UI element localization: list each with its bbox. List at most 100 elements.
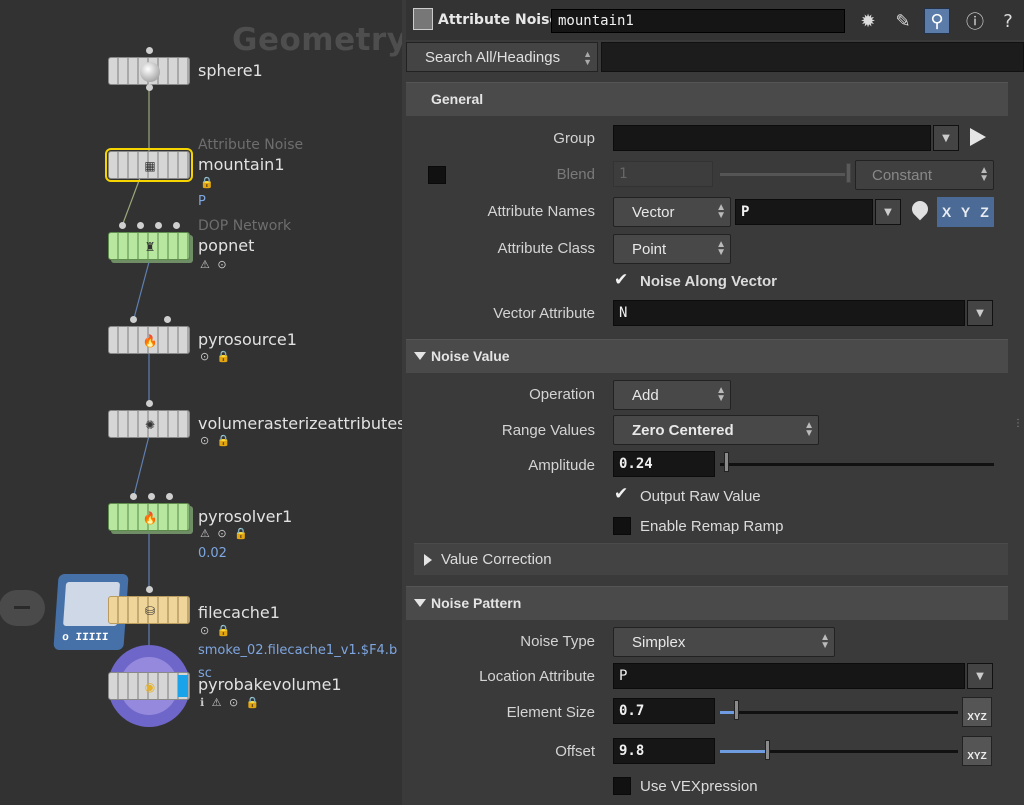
amplitude-slider[interactable] [720, 463, 994, 466]
group-label: Group [553, 130, 595, 147]
noise-along-vector-checkbox[interactable] [613, 270, 631, 291]
offset-field[interactable]: 9.8 [613, 738, 715, 764]
node-pyrosource1[interactable]: 🔥 [108, 326, 190, 354]
pane-resize-handle[interactable]: ⋮ [1013, 418, 1023, 430]
use-vexpression-checkbox[interactable] [613, 777, 631, 795]
amplitude-slider-knob[interactable] [724, 452, 729, 472]
dop-network-icon: ♜ [144, 240, 156, 254]
input-port[interactable] [146, 400, 153, 407]
folder-general[interactable]: General [406, 82, 1008, 116]
node-name-field[interactable]: mountain1 [551, 9, 845, 33]
attribute-names-field[interactable]: P [735, 199, 873, 225]
search-scope-dropdown[interactable]: Search All/Headings ▲ ▼ [406, 42, 598, 72]
fire-icon: 🔥 [142, 334, 158, 348]
input-port[interactable] [130, 316, 137, 323]
search-input[interactable] [601, 42, 1024, 72]
attribute-class-value: Point [632, 241, 667, 258]
vector-attribute-dropdown[interactable]: ▼ [967, 300, 993, 326]
range-values-label: Range Values [501, 422, 595, 439]
info-icon[interactable]: ⓘ [962, 8, 988, 34]
enable-remap-ramp-checkbox[interactable] [613, 517, 631, 535]
attribute-names-dropdown[interactable]: ▼ [875, 199, 901, 225]
output-port[interactable] [146, 84, 153, 91]
node-sphere1[interactable] [108, 57, 190, 85]
input-port[interactable] [166, 493, 173, 500]
group-field[interactable] [613, 125, 931, 151]
offset-label: Offset [555, 743, 595, 760]
x-component-toggle[interactable]: X [937, 197, 956, 227]
input-port[interactable] [146, 47, 153, 54]
attribute-names-type-menu[interactable]: Vector ▲ ▼ [613, 197, 731, 227]
element-size-slider-knob[interactable] [734, 700, 739, 720]
node-flags: ⊙ 🔒 [200, 434, 233, 447]
node-label: popnet [198, 236, 255, 255]
blend-field[interactable]: 1 [613, 161, 713, 187]
blend-mode-menu[interactable]: Constant ▲ ▼ [855, 160, 994, 190]
node-comment: 0.02 [198, 546, 227, 561]
y-component-toggle[interactable]: Y [956, 197, 975, 227]
input-port[interactable] [130, 493, 137, 500]
output-raw-value-label: Output Raw Value [640, 488, 761, 505]
node-volumerasterizeattributes[interactable]: ✺ [108, 410, 190, 438]
offset-slider-fill [720, 750, 766, 753]
group-dropdown-button[interactable]: ▼ [933, 125, 959, 151]
range-values-menu[interactable]: Zero Centered ▲ ▼ [613, 415, 819, 445]
input-port[interactable] [119, 222, 126, 229]
value-correction-subfolder[interactable]: Value Correction [414, 543, 1008, 575]
input-port[interactable] [164, 316, 171, 323]
offset-slider-knob[interactable] [765, 740, 770, 760]
node-pyrobakevolume1[interactable]: ◉ [108, 672, 190, 700]
node-type-label: DOP Network [198, 218, 292, 234]
disk-icon: ⛁ [144, 604, 156, 618]
select-arrow-icon[interactable] [970, 128, 986, 146]
node-flags: ⊙ 🔒 [200, 624, 233, 637]
amplitude-field[interactable]: 0.24 [613, 451, 715, 477]
input-port[interactable] [173, 222, 180, 229]
collapsed-triangle-icon [424, 554, 432, 566]
location-attribute-field[interactable]: P [613, 663, 965, 689]
blend-slider-knob[interactable] [846, 163, 851, 183]
location-attribute-dropdown[interactable]: ▼ [967, 663, 993, 689]
folder-title: General [431, 91, 484, 107]
input-port[interactable] [146, 586, 153, 593]
attribute-class-menu[interactable]: Point ▲ ▼ [613, 234, 731, 264]
node-label: volumerasterizeattributes [198, 414, 402, 433]
folder-noise-pattern[interactable]: Noise Pattern [406, 586, 1008, 620]
node-type-label: Attribute Noise [198, 137, 304, 153]
node-pyrosolver1[interactable]: 🔥 [108, 503, 190, 531]
node-popnet[interactable]: ♜ [108, 232, 190, 260]
noise-type-value: Simplex [632, 634, 686, 651]
blend-slider[interactable] [720, 173, 845, 176]
fire-icon: 🔥 [142, 511, 158, 525]
minus-icon [14, 606, 30, 609]
node-mountain1[interactable]: ▦ [105, 148, 193, 182]
vector-attribute-field[interactable]: N [613, 300, 965, 326]
enable-remap-ramp-label: Enable Remap Ramp [640, 518, 784, 535]
attribute-noise-icon[interactable] [413, 8, 433, 30]
element-size-slider[interactable] [720, 711, 958, 714]
brush-icon[interactable]: ✎ [890, 8, 916, 34]
help-icon[interactable]: ? [995, 8, 1021, 34]
amplitude-label: Amplitude [528, 457, 595, 474]
node-flags: ℹ ⚠ ⊙ 🔒 [200, 696, 262, 709]
search-icon[interactable]: ⚲ [924, 8, 950, 34]
output-raw-value-checkbox[interactable] [613, 484, 631, 505]
input-port[interactable] [148, 493, 155, 500]
noise-type-menu[interactable]: Simplex ▲ ▼ [613, 627, 835, 657]
location-attribute-label: Location Attribute [479, 668, 595, 685]
operation-menu[interactable]: Add ▲ ▼ [613, 380, 731, 410]
offset-xyz-button[interactable]: XYZ [962, 736, 992, 766]
network-editor[interactable]: Geometry sphere1 Attribute Noise ▦ mount… [0, 0, 402, 805]
input-port[interactable] [137, 222, 144, 229]
element-size-xyz-button[interactable]: XYZ [962, 697, 992, 727]
spinner-arrows-icon: ▲ ▼ [716, 202, 726, 221]
use-vexpression-label: Use VEXpression [640, 778, 758, 795]
attribute-names-label: Attribute Names [487, 203, 595, 220]
folder-noise-value[interactable]: Noise Value [406, 339, 1008, 373]
z-component-toggle[interactable]: Z [975, 197, 994, 227]
display-flag[interactable] [178, 675, 188, 697]
gear-icon[interactable]: ✹ [855, 8, 881, 34]
input-port[interactable] [155, 222, 162, 229]
element-size-field[interactable]: 0.7 [613, 698, 715, 724]
node-filecache1[interactable]: ⛁ [108, 596, 190, 624]
